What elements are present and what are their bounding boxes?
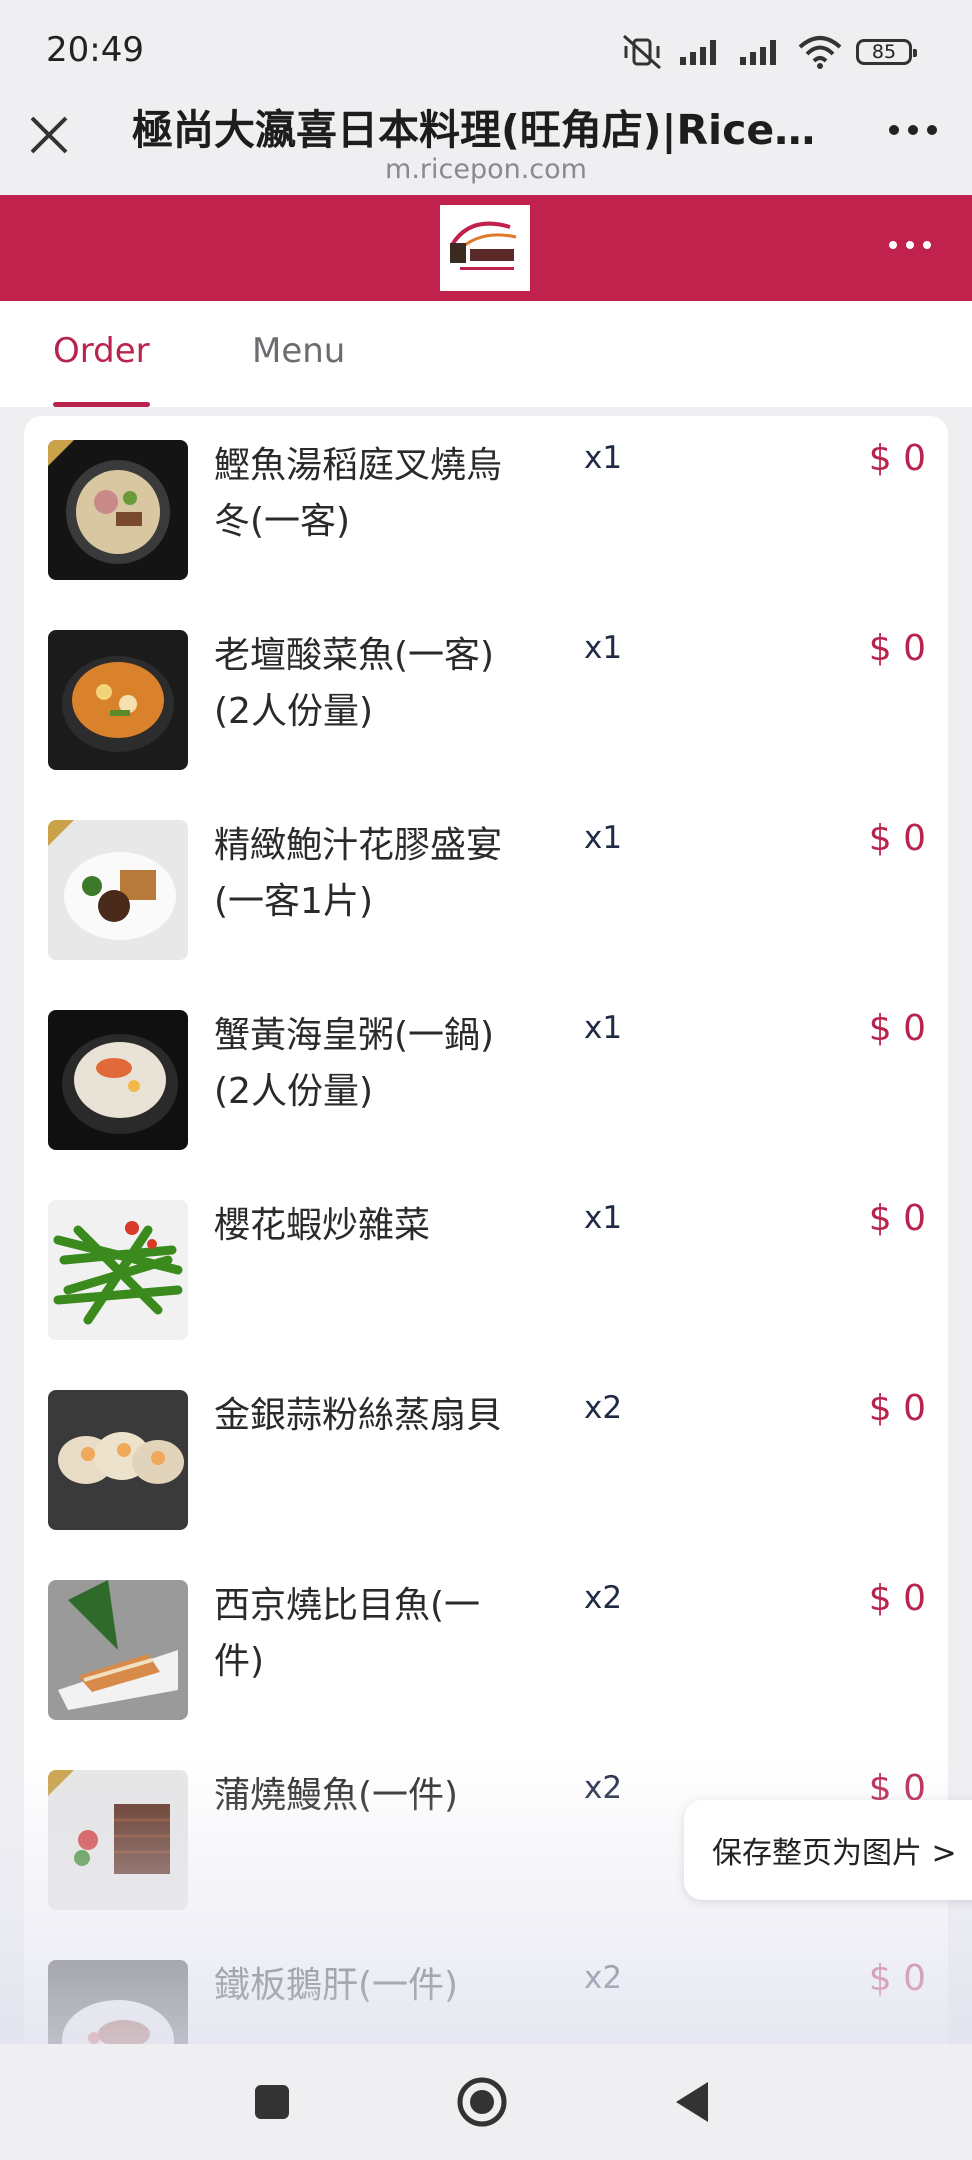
- item-name: 鰹魚湯稻庭叉燒烏冬(一客): [214, 445, 503, 542]
- item-quantity: x2: [584, 1770, 623, 1806]
- list-item[interactable]: 老壇酸菜魚(一客)(2人份量) x1 $ 0: [24, 606, 948, 796]
- signal-icon: [740, 40, 776, 65]
- list-item[interactable]: 蟹黃海皇粥(一鍋)(2人份量) x1 $ 0: [24, 986, 948, 1176]
- item-price: $ 0: [868, 1388, 926, 1429]
- item-price: $ 0: [868, 1198, 926, 1239]
- dish-photo: [48, 820, 188, 960]
- save-page-as-image-button[interactable]: 保存整页为图片 >: [684, 1800, 972, 1900]
- browser-toolbar: 極尚大瀛喜日本料理(旺角店)|Ricepo... m.ricepon.com: [0, 90, 972, 195]
- dish-photo: [48, 1960, 188, 2044]
- signal-icon: [680, 40, 716, 65]
- item-quantity: x2: [584, 1390, 623, 1426]
- item-price: $ 0: [868, 1958, 926, 1999]
- item-quantity: x1: [584, 440, 623, 476]
- close-icon[interactable]: [26, 112, 72, 158]
- page-url: m.ricepon.com: [385, 154, 587, 185]
- dish-photo: [48, 1390, 188, 1530]
- tab-bar: Order Menu: [0, 301, 972, 407]
- home-icon[interactable]: [456, 2076, 508, 2128]
- restaurant-logo: [440, 205, 530, 291]
- back-icon[interactable]: [674, 2080, 710, 2124]
- item-quantity: x1: [584, 630, 623, 666]
- item-name: 蒲燒鰻魚(一件): [214, 1775, 459, 1816]
- dish-photo: [48, 1770, 188, 1910]
- item-quantity: x1: [584, 1200, 623, 1236]
- item-name: 鐵板鵝肝(一件): [214, 1965, 459, 2006]
- dish-photo: [48, 1580, 188, 1720]
- header-more-icon[interactable]: [888, 237, 932, 253]
- mute-vibrate-icon: [623, 34, 661, 70]
- tab-order[interactable]: Order: [53, 331, 150, 407]
- list-item[interactable]: 鐵板鵝肝(一件) x2 $ 0: [24, 1936, 948, 2044]
- dish-photo: [48, 1200, 188, 1340]
- item-price: $ 0: [868, 1578, 926, 1619]
- dish-photo: [48, 630, 188, 770]
- page-title: 極尚大瀛喜日本料理(旺角店)|Ricepo...: [132, 106, 832, 154]
- list-item[interactable]: 櫻花蝦炒雜菜 x1 $ 0: [24, 1176, 948, 1366]
- dish-photo: [48, 440, 188, 580]
- list-item[interactable]: 精緻鮑汁花膠盛宴(一客1片) x1 $ 0: [24, 796, 948, 986]
- item-quantity: x1: [584, 1010, 623, 1046]
- more-options-icon[interactable]: [888, 120, 938, 140]
- recent-apps-icon[interactable]: [254, 2084, 290, 2120]
- item-price: $ 0: [868, 628, 926, 669]
- item-quantity: x2: [584, 1960, 623, 1996]
- item-quantity: x1: [584, 820, 623, 856]
- list-item[interactable]: 西京燒比目魚(一件) x2 $ 0: [24, 1556, 948, 1746]
- battery-icon: 85: [856, 39, 917, 65]
- system-navigation-bar: [0, 2044, 972, 2160]
- tab-menu[interactable]: Menu: [252, 331, 345, 407]
- item-name: 精緻鮑汁花膠盛宴(一客1片): [214, 825, 503, 922]
- item-name: 金銀蒜粉絲蒸扇貝: [214, 1395, 503, 1436]
- item-name: 西京燒比目魚(一件): [214, 1585, 481, 1682]
- item-quantity: x2: [584, 1580, 623, 1616]
- status-time: 20:49: [46, 30, 144, 70]
- list-item[interactable]: 金銀蒜粉絲蒸扇貝 x2 $ 0: [24, 1366, 948, 1556]
- site-header: [0, 195, 972, 301]
- item-name: 老壇酸菜魚(一客)(2人份量): [214, 635, 495, 732]
- item-price: $ 0: [868, 818, 926, 859]
- battery-level: 85: [871, 41, 897, 63]
- item-price: $ 0: [868, 438, 926, 479]
- list-item[interactable]: 鰹魚湯稻庭叉燒烏冬(一客) x1 $ 0: [24, 416, 948, 606]
- item-name: 蟹黃海皇粥(一鍋)(2人份量): [214, 1015, 495, 1112]
- wifi-icon: [798, 36, 842, 69]
- item-price: $ 0: [868, 1008, 926, 1049]
- status-icons: 85: [620, 30, 917, 74]
- status-bar: 20:49 85: [0, 0, 972, 100]
- dish-photo: [48, 1010, 188, 1150]
- item-name: 櫻花蝦炒雜菜: [214, 1205, 431, 1246]
